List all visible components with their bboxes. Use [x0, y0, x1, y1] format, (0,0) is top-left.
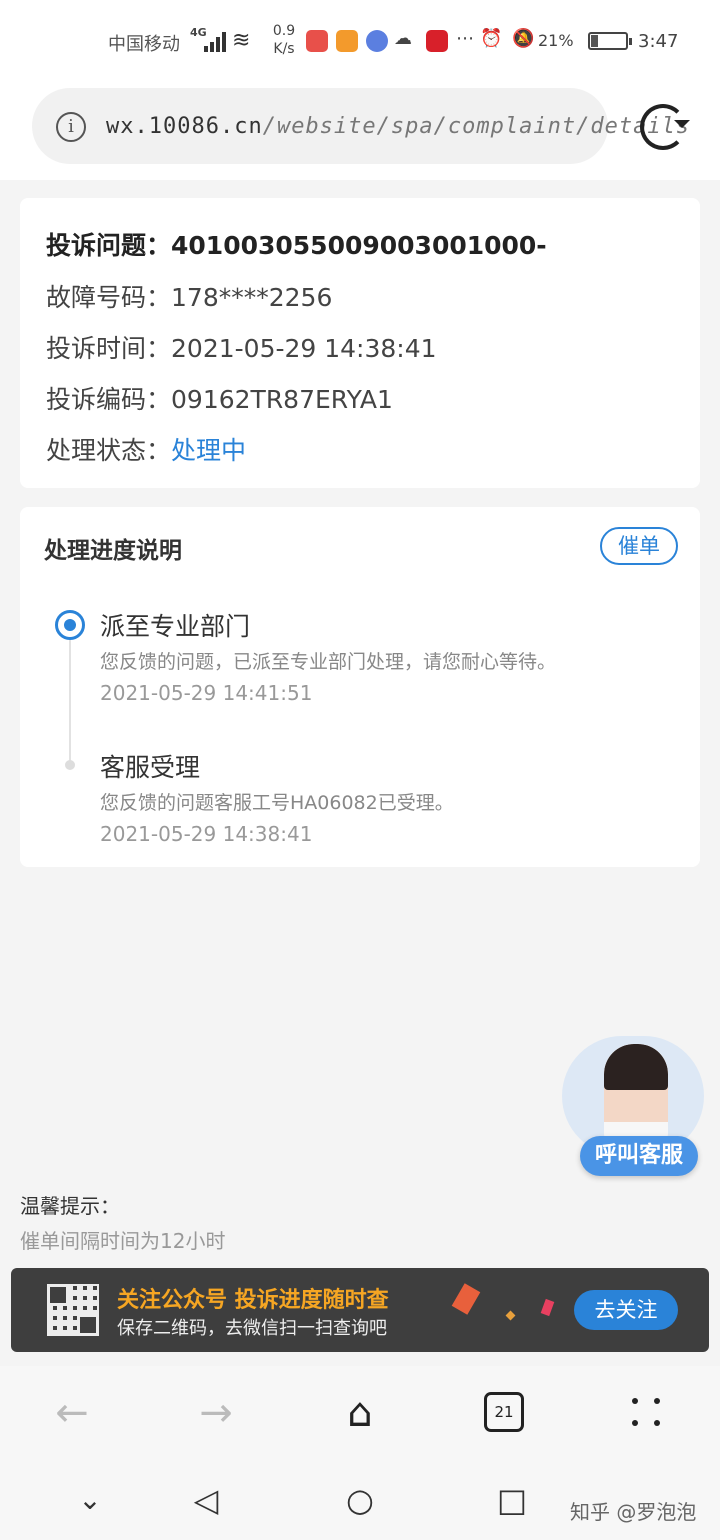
reader-app-icon	[306, 30, 328, 52]
fault-number-value: 178****2256	[171, 283, 333, 312]
complaint-code-value: 09162TR87ERYA1	[171, 385, 393, 414]
tips-text: 催单间隔时间为12小时	[20, 1229, 226, 1253]
speed-value: 0.9	[272, 23, 296, 39]
address-bar: i wx.10086.cn/website/spa/complaint/deta…	[0, 82, 720, 180]
menu-icon[interactable]	[626, 1392, 666, 1432]
call-service-button[interactable]: 呼叫客服	[580, 1136, 698, 1176]
carrier-name: 中国移动	[108, 34, 180, 55]
more-notifications-icon: ⋯	[456, 28, 474, 49]
tabs-button[interactable]: 21	[484, 1392, 524, 1432]
processing-status-value: 处理中	[171, 436, 247, 465]
complaint-code-row: 投诉编码：09162TR87ERYA1	[46, 380, 393, 416]
step-title: 派至专业部门	[100, 612, 251, 641]
processing-status-label: 处理状态：	[46, 436, 172, 465]
url-path: /website/spa/complaint/details	[262, 114, 691, 139]
fault-number-label: 故障号码：	[46, 283, 172, 312]
battery-percent: 21%	[538, 31, 574, 50]
signal-icon	[204, 30, 228, 52]
follow-button[interactable]: 去关注	[574, 1290, 678, 1330]
forward-arrow-icon[interactable]: →	[186, 1388, 246, 1438]
timeline-active-dot	[55, 610, 85, 640]
follow-banner[interactable]: 关注公众号 投诉进度随时查 保存二维码，去微信扫一扫查询吧 去关注	[11, 1268, 709, 1352]
processing-status-row: 处理状态：处理中	[46, 431, 246, 467]
progress-card: 处理进度说明 催单 派至专业部门 您反馈的问题，已派至专业部门处理，请您耐心等待…	[20, 507, 700, 867]
call-customer-service[interactable]: 呼叫客服	[562, 1036, 704, 1178]
complaint-issue-row: 投诉问题：40100305500900300100​0-	[46, 226, 547, 262]
url-domain: wx.10086.cn	[106, 114, 263, 139]
home-icon[interactable]: ⌂	[330, 1388, 390, 1438]
progress-section-title: 处理进度说明	[44, 538, 182, 564]
network-speed: 0.9 K/s	[270, 22, 298, 58]
complaint-time-value: 2021-05-29 14:38:41	[171, 334, 437, 363]
qr-code-icon	[47, 1284, 99, 1336]
site-info-icon[interactable]: i	[56, 112, 86, 142]
complaint-code-label: 投诉编码：	[46, 385, 172, 414]
step-description: 您反馈的问题客服工号HA06082已受理。	[100, 792, 454, 814]
step-time: 2021-05-29 14:38:41	[100, 822, 313, 846]
decoration-shape	[451, 1283, 481, 1315]
decoration-shape	[505, 1310, 516, 1321]
battery-icon	[588, 32, 632, 50]
reload-icon[interactable]	[640, 104, 686, 150]
mute-icon: 🔕	[512, 28, 535, 49]
banner-subtitle: 保存二维码，去微信扫一扫查询吧	[117, 1318, 387, 1339]
complaint-time-label: 投诉时间：	[46, 334, 172, 363]
nav-back-icon[interactable]: ◁	[184, 1478, 228, 1522]
status-bar: 中国移动 4G ≋ 0.9 K/s ☁ ⋯ ⏰ 🔕 21% 3:47	[0, 0, 720, 82]
step-title: 客服受理	[100, 753, 201, 782]
collapse-icon[interactable]: ⌄	[68, 1478, 112, 1522]
url-text[interactable]: wx.10086.cn/website/spa/complaint/detail…	[106, 114, 690, 139]
fault-number-row: 故障号码：178****2256	[46, 278, 332, 314]
nav-home-icon[interactable]: ○	[338, 1478, 382, 1522]
music-app-icon	[366, 30, 388, 52]
timeline-line	[69, 640, 71, 763]
decoration-shape	[540, 1298, 555, 1317]
wifi-icon: ≋	[232, 28, 251, 53]
complaint-issue-label: 投诉问题：	[46, 231, 172, 260]
step-time: 2021-05-29 14:41:51	[100, 681, 313, 705]
nav-recents-icon[interactable]: □	[490, 1478, 534, 1522]
video-app-icon	[336, 30, 358, 52]
watermark: 知乎 @罗泡泡	[570, 1500, 697, 1524]
clock: 3:47	[638, 31, 679, 52]
complaint-issue-value: 40100305500900300100​0-	[171, 231, 547, 260]
back-arrow-icon[interactable]: ←	[42, 1388, 102, 1438]
complaint-time-row: 投诉时间：2021-05-29 14:38:41	[46, 329, 437, 365]
timeline-dot	[65, 760, 75, 770]
browser-toolbar: ← → ⌂ 21	[0, 1366, 720, 1466]
urge-button[interactable]: 催单	[600, 527, 678, 565]
complaint-info-card: 投诉问题：40100305500900300100​0- 故障号码：178***…	[20, 198, 700, 488]
banner-title: 关注公众号 投诉进度随时查	[117, 1288, 389, 1313]
step-description: 您反馈的问题，已派至专业部门处理，请您耐心等待。	[100, 651, 557, 673]
study-app-icon	[426, 30, 448, 52]
speed-unit: K/s	[273, 41, 295, 57]
tips-title: 温馨提示：	[20, 1194, 120, 1218]
url-field[interactable]: i wx.10086.cn/website/spa/complaint/deta…	[32, 88, 689, 164]
system-nav-bar: ⌄ ◁ ○ □ 知乎 @罗泡泡	[0, 1466, 720, 1540]
cloud-icon: ☁	[394, 28, 412, 49]
service-agent-avatar	[604, 1044, 668, 1144]
alarm-icon: ⏰	[480, 28, 503, 49]
